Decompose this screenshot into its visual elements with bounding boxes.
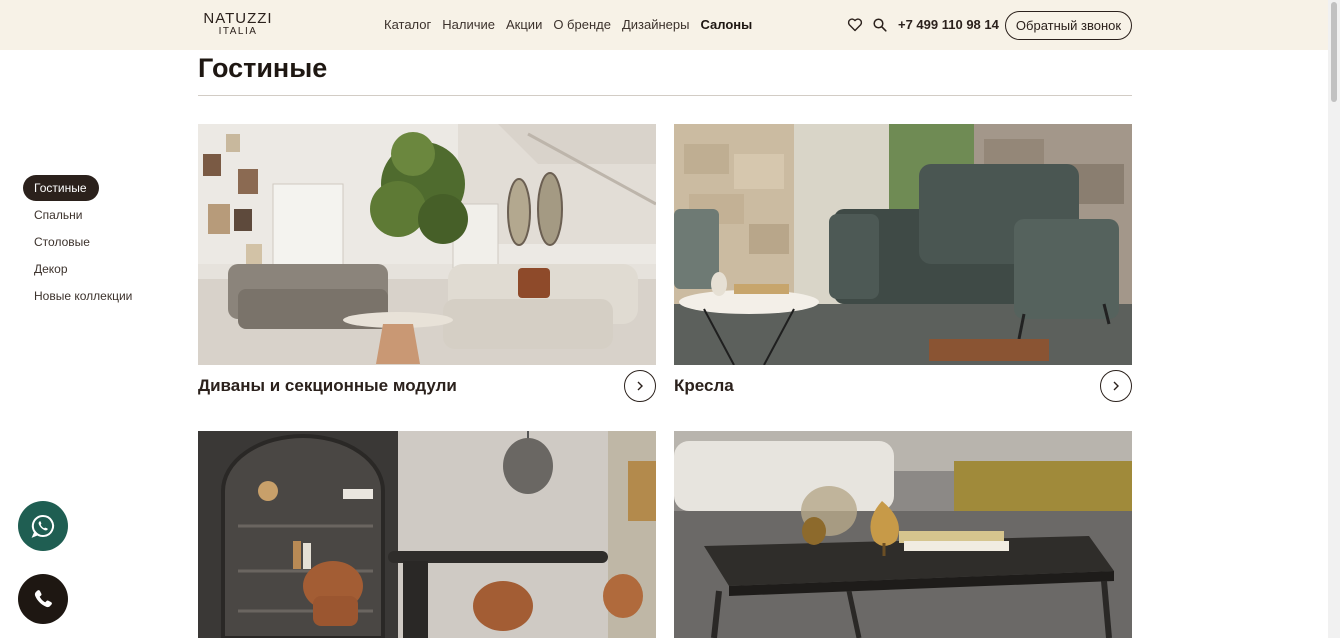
- header-phone[interactable]: +7 499 110 98 14: [898, 17, 999, 32]
- nav-item-catalog[interactable]: Каталог: [384, 17, 431, 32]
- category-sidebar: Гостиные Спальни Столовые Декор Новые ко…: [23, 175, 132, 310]
- card-title-armchairs[interactable]: Кресла: [674, 376, 734, 396]
- sidebar-item-bedrooms[interactable]: Спальни: [23, 202, 132, 229]
- card-image-dining[interactable]: [198, 431, 656, 638]
- main-nav: Каталог Наличие Акции О бренде Дизайнеры…: [384, 17, 763, 32]
- page-title: Гостиные: [198, 53, 328, 83]
- title-divider: [198, 95, 1132, 96]
- sidebar-item-dining[interactable]: Столовые: [23, 229, 132, 256]
- card-image-armchairs[interactable]: [674, 124, 1132, 365]
- scrollbar-thumb[interactable]: [1331, 2, 1337, 102]
- chevron-right-icon: [637, 381, 643, 391]
- phone-icon: [34, 590, 52, 608]
- nav-item-salons[interactable]: Салоны: [700, 17, 752, 32]
- search-icon[interactable]: [872, 17, 888, 33]
- whatsapp-icon: [31, 514, 55, 538]
- whatsapp-button[interactable]: [18, 501, 68, 551]
- nav-item-about[interactable]: О бренде: [553, 17, 611, 32]
- site-header: NATUZZI ITALIA Каталог Наличие Акции О б…: [0, 0, 1328, 50]
- nav-item-promotions[interactable]: Акции: [506, 17, 542, 32]
- nav-item-designers[interactable]: Дизайнеры: [622, 17, 690, 32]
- sidebar-item-new-collections[interactable]: Новые коллекции: [23, 283, 132, 310]
- logo-line1: NATUZZI: [203, 10, 273, 27]
- call-button[interactable]: [18, 574, 68, 624]
- logo-line2: ITALIA: [218, 26, 258, 37]
- card-arrow-button-sofas[interactable]: [624, 370, 656, 402]
- card-title-sofas[interactable]: Диваны и секционные модули: [198, 376, 457, 396]
- heart-icon[interactable]: [847, 17, 863, 33]
- card-image-decor[interactable]: [674, 431, 1132, 638]
- callback-button[interactable]: Обратный звонок: [1005, 11, 1132, 40]
- chevron-right-icon: [1113, 381, 1119, 391]
- page-scrollbar[interactable]: [1328, 0, 1340, 638]
- sidebar-item-living-rooms[interactable]: Гостиные: [23, 175, 99, 201]
- card-image-sofas[interactable]: [198, 124, 656, 365]
- brand-logo[interactable]: NATUZZI ITALIA: [198, 11, 278, 37]
- nav-item-availability[interactable]: Наличие: [442, 17, 495, 32]
- card-arrow-button-armchairs[interactable]: [1100, 370, 1132, 402]
- sidebar-item-decor[interactable]: Декор: [23, 256, 132, 283]
